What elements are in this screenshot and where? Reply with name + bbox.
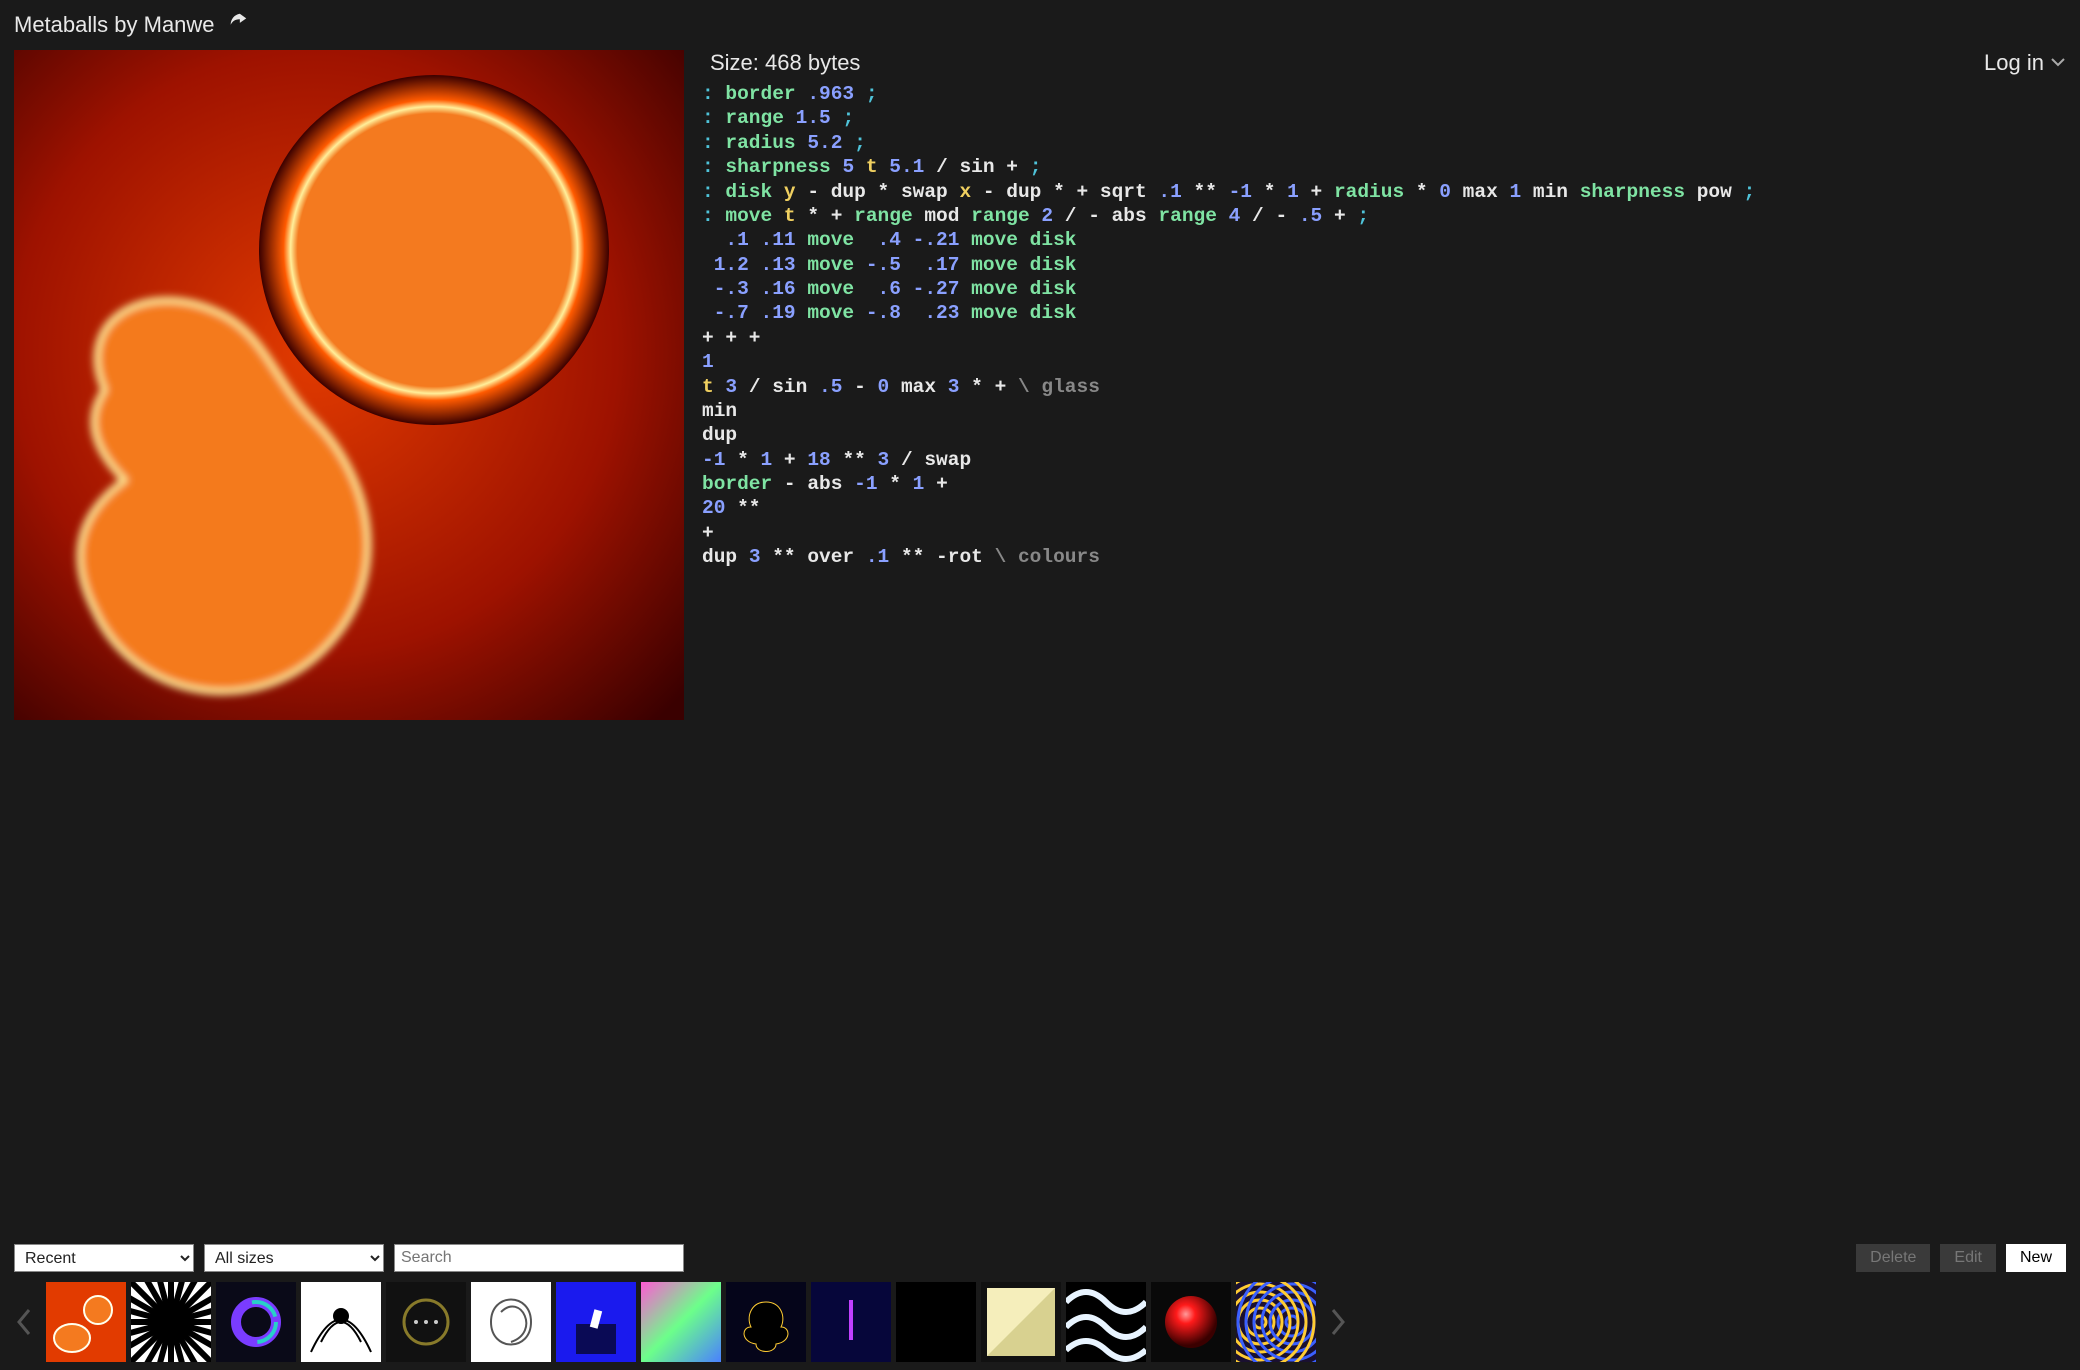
thumb-torus[interactable] xyxy=(216,1282,296,1362)
new-button[interactable]: New xyxy=(2006,1244,2066,1272)
code-editor[interactable]: : border .963 ; : range 1.5 ; : radius 5… xyxy=(702,82,2066,570)
size-filter-select[interactable]: All sizes xyxy=(204,1244,384,1272)
chevron-down-icon xyxy=(2050,50,2066,76)
thumb-cream-tri[interactable] xyxy=(981,1282,1061,1362)
thumb-mandelbrot[interactable] xyxy=(726,1282,806,1362)
thumb-caustics[interactable] xyxy=(1066,1282,1146,1362)
thumb-fractal-bw[interactable] xyxy=(301,1282,381,1362)
gallery-next[interactable] xyxy=(1318,1308,1358,1336)
gallery-prev[interactable] xyxy=(4,1308,44,1336)
delete-button[interactable]: Delete xyxy=(1856,1244,1930,1272)
thumb-ballot[interactable] xyxy=(556,1282,636,1362)
share-icon[interactable] xyxy=(227,11,249,39)
login-button[interactable]: Log in xyxy=(1984,50,2066,76)
thumb-gradient[interactable] xyxy=(641,1282,721,1362)
thumb-interference[interactable] xyxy=(1236,1282,1316,1362)
thumb-red-sphere[interactable] xyxy=(1151,1282,1231,1362)
thumb-knot[interactable] xyxy=(471,1282,551,1362)
page-title: Metaballs by Manwe xyxy=(14,12,215,38)
thumb-void[interactable] xyxy=(896,1282,976,1362)
thumb-starburst[interactable] xyxy=(131,1282,211,1362)
thumb-dots-ring[interactable] xyxy=(386,1282,466,1362)
sort-select[interactable]: Recent xyxy=(14,1244,194,1272)
thumb-neon-line[interactable] xyxy=(811,1282,891,1362)
search-input[interactable] xyxy=(394,1244,684,1272)
login-label: Log in xyxy=(1984,50,2044,76)
thumb-metaballs[interactable] xyxy=(46,1282,126,1362)
shader-preview[interactable] xyxy=(14,50,684,720)
size-label: Size: 468 bytes xyxy=(710,50,860,76)
edit-button[interactable]: Edit xyxy=(1940,1244,1996,1272)
